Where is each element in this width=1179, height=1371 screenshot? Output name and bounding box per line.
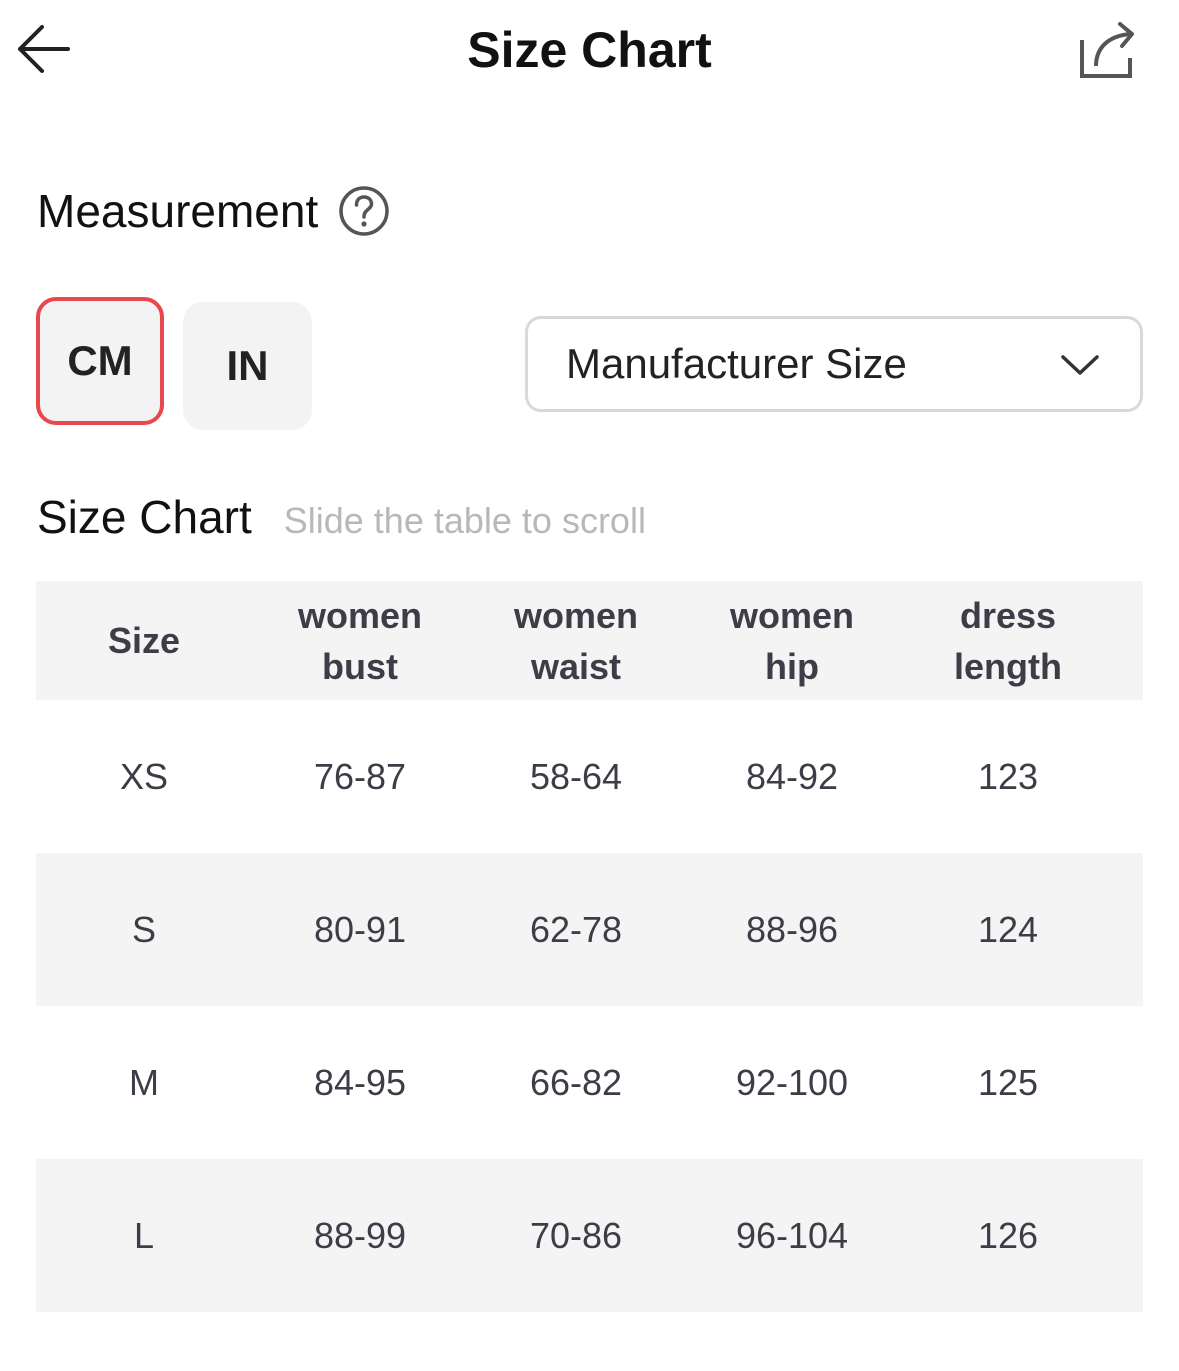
size-chart-heading: Size Chart Slide the table to scroll [37,490,646,544]
table-cell: 84-92 [745,755,839,797]
column-header-more: m [1116,581,1143,700]
table-cell: m [1116,700,1143,853]
scroll-hint: Slide the table to scroll [283,500,646,541]
table-row: M 84-95 66-82 92-100 125 m [36,1006,1143,1159]
share-icon [1080,22,1134,78]
table-cell: m [1116,853,1143,1006]
table-cell: 66-82 [529,1061,623,1103]
table-cell: m [1116,1006,1143,1159]
size-type-value: Manufacturer Size [566,340,907,387]
table-cell: M [129,1061,159,1103]
measurement-label: Measurement [37,185,319,237]
table-cell: 84-95 [313,1061,407,1103]
measurement-row: Measurement [37,180,390,242]
table-cell: 92-100 [735,1061,849,1103]
table-cell: m [1116,1159,1143,1312]
table-cell: L [133,1214,155,1256]
table-cell: 76-87 [313,755,407,797]
table-cell: 88-99 [313,1214,407,1256]
size-table-scroller[interactable]: Size women bust women waist women hip dress… [36,581,1143,1313]
table-cell: 70-86 [529,1214,623,1256]
size-table: Size women bust women waist women hip dress… [36,581,1143,1312]
column-header-waist: women waist [513,594,638,687]
section-title: Size Chart [37,491,252,543]
table-cell: S [131,908,156,950]
size-type-dropdown[interactable]: Manufacturer Size [525,316,1143,412]
column-header-hip: women hip [729,594,854,687]
page-title: Size Chart [467,22,712,78]
table-cell: 96-104 [735,1214,849,1256]
column-header-bust: women bust [297,594,422,687]
table-header-row: Size women bust women waist women hip dress… [36,581,1143,700]
chevron-down-icon [1061,355,1099,375]
unit-cm-button[interactable]: CM [36,297,164,425]
table-cell: 124 [977,908,1039,950]
table-row: L 88-99 70-86 96-104 126 m [36,1159,1143,1312]
table-cell: 88-96 [745,908,839,950]
table-cell: 123 [977,755,1039,797]
table-row: XS 76-87 58-64 84-92 123 m [36,700,1143,853]
table-cell: 125 [977,1061,1039,1103]
table-cell: XS [119,755,169,797]
column-header-length: dress length [954,594,1062,687]
share-button[interactable] [1072,18,1138,82]
unit-in-button[interactable]: IN [183,302,312,430]
column-header-size: Size [107,620,181,661]
table-cell: 126 [977,1214,1039,1256]
table-cell: 58-64 [529,755,623,797]
table-cell: 62-78 [529,908,623,950]
table-cell: 80-91 [313,908,407,950]
top-bar: Size Chart [0,0,1179,100]
table-row: S 80-91 62-78 88-96 124 m [36,853,1143,1006]
help-icon[interactable] [338,185,390,237]
